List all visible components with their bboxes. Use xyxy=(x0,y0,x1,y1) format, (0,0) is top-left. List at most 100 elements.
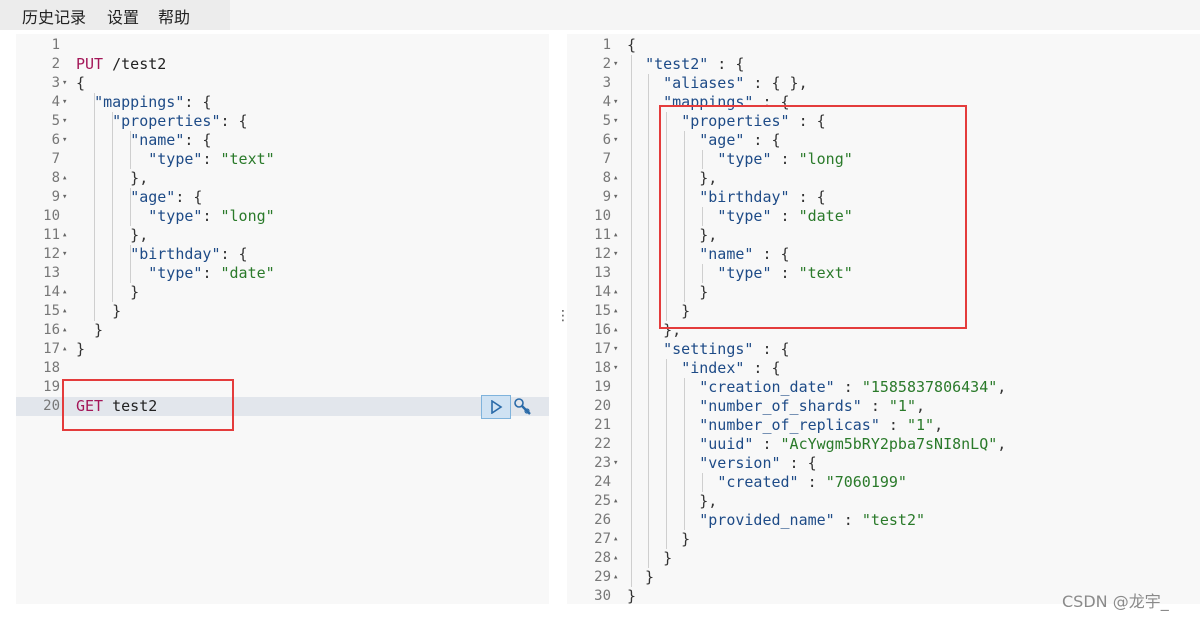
fold-close-icon[interactable]: ▴ xyxy=(613,321,618,340)
response-line[interactable]: 26 "provided_name" : "test2" xyxy=(567,511,1200,530)
line-number: 19 xyxy=(43,379,60,395)
line-number: 16 xyxy=(43,322,60,338)
fold-close-icon[interactable]: ▴ xyxy=(613,169,618,188)
fold-close-icon[interactable]: ▴ xyxy=(613,283,618,302)
fold-open-icon[interactable]: ▾ xyxy=(613,245,618,264)
response-code: "version" : { xyxy=(699,454,817,472)
response-code: { xyxy=(627,36,637,54)
fold-open-icon[interactable]: ▾ xyxy=(62,188,67,207)
request-line[interactable]: 18 xyxy=(16,359,549,378)
request-line[interactable]: 6 ▾ "name": { xyxy=(16,131,549,150)
response-line[interactable]: 20 "number_of_shards" : "1", xyxy=(567,397,1200,416)
response-code: "index" : { xyxy=(681,359,781,377)
request-line[interactable]: 17 ▴} xyxy=(16,340,549,359)
indent-guide xyxy=(684,378,685,530)
fold-close-icon[interactable]: ▴ xyxy=(613,492,618,511)
line-number: 9 xyxy=(602,189,611,205)
request-line[interactable]: 4 ▾ "mappings": { xyxy=(16,93,549,112)
response-line[interactable]: 29 ▴ } xyxy=(567,568,1200,587)
fold-close-icon[interactable]: ▴ xyxy=(62,226,67,245)
response-line[interactable]: 19 "creation_date" : "1585837806434", xyxy=(567,378,1200,397)
fold-open-icon[interactable]: ▾ xyxy=(613,55,618,74)
fold-close-icon[interactable]: ▴ xyxy=(613,568,618,587)
wrench-button[interactable] xyxy=(513,396,533,418)
request-code: } xyxy=(76,283,140,301)
request-line[interactable]: 1 xyxy=(16,36,549,55)
fold-close-icon[interactable]: ▴ xyxy=(62,169,67,188)
request-line[interactable]: 12 ▾ "birthday": { xyxy=(16,245,549,264)
request-line[interactable]: 9 ▾ "age": { xyxy=(16,188,549,207)
menu-item-help[interactable]: 帮助 xyxy=(158,4,190,28)
response-line[interactable]: 3 "aliases" : { }, xyxy=(567,74,1200,93)
fold-close-icon[interactable]: ▴ xyxy=(62,302,67,321)
request-line[interactable]: 11 ▴ }, xyxy=(16,226,549,245)
request-line[interactable]: 13 "type": "date" xyxy=(16,264,549,283)
fold-open-icon[interactable]: ▾ xyxy=(62,112,67,131)
fold-open-icon[interactable]: ▾ xyxy=(62,245,67,264)
request-editor[interactable]: 1 2 PUT /test2 3 ▾{4 ▾ "mappings": {5 ▾ "prope… xyxy=(16,34,549,604)
request-code: { xyxy=(76,74,86,92)
request-code: "type": "date" xyxy=(148,264,275,282)
indent-guide xyxy=(94,93,95,321)
fold-open-icon[interactable]: ▾ xyxy=(62,93,67,112)
request-line[interactable]: 2 PUT /test2 xyxy=(16,55,549,74)
response-line[interactable]: 23 ▾ "version" : { xyxy=(567,454,1200,473)
response-line[interactable]: 21 "number_of_replicas" : "1", xyxy=(567,416,1200,435)
fold-close-icon[interactable]: ▴ xyxy=(613,549,618,568)
line-number: 8 xyxy=(602,170,611,186)
fold-open-icon[interactable]: ▾ xyxy=(62,131,67,150)
run-request-button[interactable] xyxy=(481,395,511,419)
menu-item-settings[interactable]: 设置 xyxy=(107,4,139,28)
response-line[interactable]: 25 ▴ }, xyxy=(567,492,1200,511)
request-line[interactable]: 3 ▾ { xyxy=(16,74,549,93)
line-number: 6 xyxy=(602,132,611,148)
response-line[interactable]: 24 "created" : "7060199" xyxy=(567,473,1200,492)
request-actions xyxy=(481,395,531,419)
request-line[interactable]: 5 ▾ "properties": { xyxy=(16,112,549,131)
line-number: 17 xyxy=(43,341,60,357)
fold-close-icon[interactable]: ▴ xyxy=(62,321,67,340)
request-line[interactable]: 10 "type": "long" xyxy=(16,207,549,226)
request-line[interactable]: 8 ▴ }, xyxy=(16,169,549,188)
response-line[interactable]: 28 ▴ } xyxy=(567,549,1200,568)
menu-item-history[interactable]: 历史记录 xyxy=(22,4,86,28)
response-line[interactable]: 1{ xyxy=(567,36,1200,55)
fold-open-icon[interactable]: ▾ xyxy=(62,74,67,93)
fold-close-icon[interactable]: ▴ xyxy=(62,283,67,302)
response-line[interactable]: 18 ▾ "index" : { xyxy=(567,359,1200,378)
fold-open-icon[interactable]: ▾ xyxy=(613,93,618,112)
fold-close-icon[interactable]: ▴ xyxy=(613,302,618,321)
fold-open-icon[interactable]: ▾ xyxy=(613,131,618,150)
response-code: } xyxy=(627,587,637,605)
fold-open-icon[interactable]: ▾ xyxy=(613,188,618,207)
fold-close-icon[interactable]: ▴ xyxy=(62,340,67,359)
fold-close-icon[interactable]: ▴ xyxy=(613,530,618,549)
indent-guide xyxy=(631,55,632,587)
response-code: "number_of_replicas" : "1", xyxy=(699,416,944,434)
fold-open-icon[interactable]: ▾ xyxy=(613,359,618,378)
request-line[interactable]: 7 "type": "text" xyxy=(16,150,549,169)
request-line[interactable]: 16 ▴ } xyxy=(16,321,549,340)
fold-open-icon[interactable]: ▾ xyxy=(613,112,618,131)
response-line[interactable]: 27 ▴ } xyxy=(567,530,1200,549)
request-line[interactable]: 15 ▴ } xyxy=(16,302,549,321)
line-number: 30 xyxy=(594,588,611,604)
response-line[interactable]: 22 "uuid" : "AcYwgm5bRY2pba7sNI8nLQ", xyxy=(567,435,1200,454)
line-number: 1 xyxy=(51,37,60,53)
request-line[interactable]: 14 ▴ } xyxy=(16,283,549,302)
line-number: 4 xyxy=(51,94,60,110)
fold-open-icon[interactable]: ▾ xyxy=(613,454,618,473)
fold-close-icon[interactable]: ▴ xyxy=(613,226,618,245)
request-code: "properties": { xyxy=(112,112,248,130)
request-code: } xyxy=(76,302,122,320)
line-number: 29 xyxy=(594,569,611,585)
line-number: 13 xyxy=(43,265,60,281)
highlight-box-request xyxy=(62,379,234,431)
fold-open-icon[interactable]: ▾ xyxy=(613,340,618,359)
response-line[interactable]: 2 ▾ "test2" : { xyxy=(567,55,1200,74)
indent-guide xyxy=(702,473,703,492)
response-code: } xyxy=(627,530,691,548)
indent-guide xyxy=(130,131,131,169)
response-line[interactable]: 17 ▾ "settings" : { xyxy=(567,340,1200,359)
line-number: 14 xyxy=(43,284,60,300)
